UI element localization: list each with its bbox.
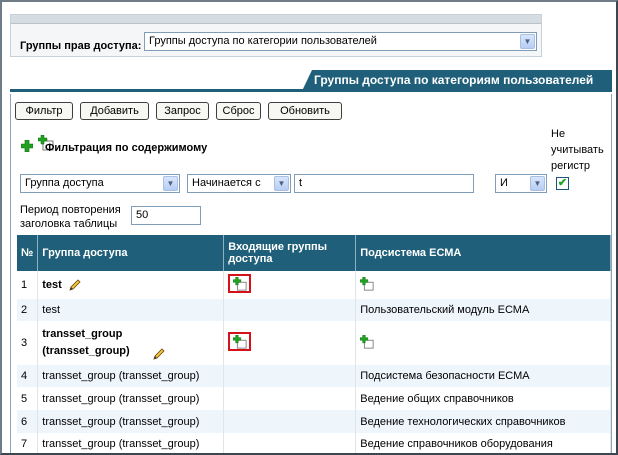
row-group: transset_group (transset_group) [37, 433, 225, 453]
row-included-cell [223, 299, 357, 321]
row-num: 3 [17, 321, 39, 365]
filter-logic-value: И [500, 177, 508, 189]
row-num: 1 [17, 271, 39, 299]
row-group: transset_group (transset_group) [37, 410, 225, 433]
row-num: 2 [17, 299, 39, 321]
chevron-down-icon[interactable]: ▼ [520, 34, 535, 49]
row-group-cell: transset_group (transset_group) [37, 321, 225, 365]
row-subsystem: Ведение справочников оборудования [355, 433, 611, 453]
filter-logic-select[interactable]: И ▼ [495, 174, 547, 193]
access-rights-select[interactable]: Группы доступа по категории пользователе… [144, 32, 537, 51]
pencil-icon[interactable] [153, 348, 165, 360]
chevron-down-icon[interactable]: ▼ [530, 176, 545, 191]
row-group: transset_group (transset_group) [37, 387, 225, 410]
row-group: transset_group (transset_group) [37, 365, 225, 387]
row-subsystem: Подсистема безопасности ЕСМА [355, 365, 611, 387]
col-subsystem[interactable]: Подсистема ЕСМА [355, 235, 611, 271]
row-included-cell [223, 410, 357, 433]
main-content: Фильтр Добавить Запрос Сброс Обновить Фи… [10, 94, 612, 453]
row-group[interactable]: transset_group (transset_group) [42, 326, 152, 360]
table-row: 7 transset_group (transset_group) Ведени… [17, 433, 611, 453]
table-header-row: № Группа доступа Входящие группы доступа… [17, 235, 611, 271]
row-num: 7 [17, 433, 39, 453]
add-subsystem-icon[interactable] [360, 276, 374, 291]
period-label: Период повторения заголовка таблицы [20, 204, 121, 230]
row-included-cell [223, 433, 357, 453]
chevron-down-icon[interactable]: ▼ [274, 176, 289, 191]
row-num: 4 [17, 365, 39, 387]
col-num: № [17, 235, 39, 271]
app-window: Группы прав доступа: Группы доступа по к… [0, 0, 618, 455]
col-included-groups[interactable]: Входящие группы доступа [223, 235, 357, 271]
filter-title: Фильтрация по содержимому [45, 142, 208, 154]
row-subsystem: Ведение технологических справочников [355, 410, 611, 433]
add-included-group-button[interactable] [228, 332, 252, 351]
row-num: 6 [17, 410, 39, 433]
access-rights-select-value: Группы доступа по категории пользователе… [149, 35, 377, 47]
add-subsystem-icon[interactable] [360, 334, 374, 349]
add-included-group-button[interactable] [228, 274, 252, 293]
col-group[interactable]: Группа доступа [37, 235, 225, 271]
chevron-down-icon[interactable]: ▼ [163, 176, 178, 191]
table-row: 4 transset_group (transset_group) Подсис… [17, 365, 611, 387]
add-filter-icon[interactable] [21, 140, 33, 152]
row-included-cell [223, 365, 357, 387]
add-included-icon [233, 335, 247, 349]
row-subsystem: Ведение общих справочников [355, 387, 611, 410]
access-rights-panel: Группы прав доступа: Группы доступа по к… [10, 14, 542, 57]
row-group: test [37, 299, 225, 321]
row-included-cell [223, 321, 357, 365]
access-rights-label: Группы прав доступа: [20, 40, 142, 52]
row-group[interactable]: test [42, 279, 62, 291]
panel-header-bar [11, 15, 541, 24]
table-row: 6 transset_group (transset_group) Ведени… [17, 410, 611, 433]
period-input[interactable]: 50 [131, 206, 201, 225]
filter-field-select[interactable]: Группа доступа ▼ [20, 174, 180, 193]
table-row: 2 test Пользовательский модуль ЕСМА [17, 299, 611, 321]
row-num: 5 [17, 387, 39, 410]
row-subsystem-cell [355, 321, 611, 365]
filter-field-value: Группа доступа [25, 177, 104, 189]
filter-condition-select[interactable]: Начинается с ▼ [187, 174, 291, 193]
add-included-icon [233, 277, 247, 291]
filter-condition-value: Начинается с [192, 177, 261, 189]
section-header: Группы доступа по категориям пользовател… [10, 70, 612, 92]
query-button[interactable]: Запрос [156, 102, 209, 120]
access-groups-table: № Группа доступа Входящие группы доступа… [17, 235, 611, 453]
row-subsystem-cell [355, 271, 611, 299]
row-included-cell [223, 387, 357, 410]
refresh-button[interactable]: Обновить [268, 102, 342, 120]
filter-button[interactable]: Фильтр [15, 102, 73, 120]
reset-button[interactable]: Сброс [216, 102, 261, 120]
row-included-cell [223, 271, 357, 299]
section-title: Группы доступа по категориям пользовател… [302, 70, 612, 91]
row-subsystem: Пользовательский модуль ЕСМА [355, 299, 611, 321]
table-row: 1 test [17, 271, 611, 299]
filter-value-input[interactable]: t [294, 174, 474, 193]
case-insensitive-label: Не учитывать регистр [551, 128, 604, 172]
row-group-cell: test [37, 271, 225, 299]
table-row: 3 transset_group (transset_group) [17, 321, 611, 365]
pencil-icon[interactable] [69, 279, 81, 291]
case-insensitive-checkbox[interactable]: ✔ [556, 177, 569, 190]
table-row: 5 transset_group (transset_group) Ведени… [17, 387, 611, 410]
add-button[interactable]: Добавить [80, 102, 149, 120]
